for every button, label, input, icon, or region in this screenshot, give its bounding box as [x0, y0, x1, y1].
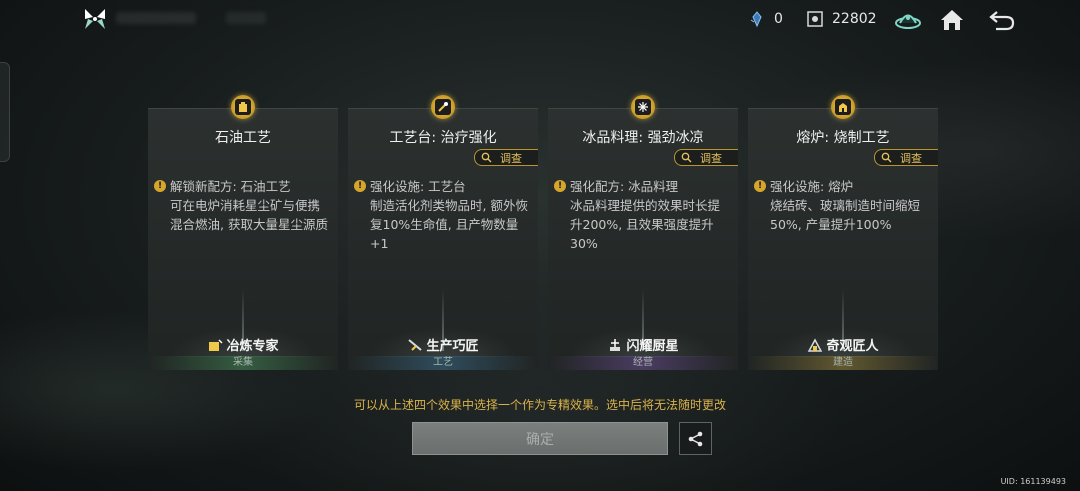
effect-lead: 强化设施: 工艺台 [370, 179, 466, 194]
side-drawer-handle[interactable] [0, 62, 10, 162]
investigate-button[interactable]: 调查 [674, 149, 738, 166]
share-icon [688, 431, 702, 446]
category-label: 建造 [748, 356, 938, 370]
investigate-button[interactable]: 调查 [874, 149, 938, 166]
effect-description: ! 强化配方: 冰品料理 冰品料理提供的效果时长提升200%, 且效果强度提升30… [554, 177, 730, 253]
crystal-icon [750, 11, 762, 28]
effect-lead: 强化设施: 熔炉 [770, 179, 854, 194]
furnace-badge-icon [831, 95, 855, 119]
skill-name: 闪耀厨星 [548, 335, 738, 354]
smelting-skill-icon [209, 338, 224, 351]
effect-body: 烧结砖、玻璃制造时间缩短50%, 产量提升100% [770, 198, 921, 232]
star-dust-icon [807, 11, 823, 27]
oil-badge-icon [231, 95, 255, 119]
specialization-card-2[interactable]: 工艺台: 治疗强化 调查 ! 强化设施: 工艺台 制造活化剂类物品时, 额外恢复1… [348, 95, 538, 370]
effect-description: ! 强化设施: 熔炉 烧结砖、玻璃制造时间缩短50%, 产量提升100% [754, 177, 930, 234]
chef-skill-icon [610, 338, 621, 351]
workbench-badge-icon [431, 95, 455, 119]
confirm-button[interactable]: 确定 [412, 422, 668, 455]
star-dust-counter: 22802 [806, 10, 877, 28]
card-title: 熔炉: 烧制工艺 [796, 130, 890, 146]
top-bar: 0 22802 [0, 0, 1080, 40]
search-icon [881, 152, 892, 163]
skill-name: 奇观匠人 [748, 335, 938, 354]
investigate-button[interactable]: 调查 [474, 149, 538, 166]
crafting-skill-icon [408, 338, 423, 351]
confirm-label: 确定 [526, 431, 554, 448]
search-icon [681, 152, 692, 163]
builder-skill-icon [808, 337, 823, 352]
effect-lead: 解锁新配方: 石油工艺 [170, 179, 291, 194]
effect-description: ! 强化设施: 工艺台 制造活化剂类物品时, 额外恢复10%生命值, 且产物数量+… [354, 177, 530, 253]
crystal-counter: 0 [748, 10, 783, 28]
home-icon[interactable] [938, 6, 966, 34]
effect-body: 冰品料理提供的效果时长提升200%, 且效果强度提升30% [570, 198, 721, 251]
specialization-card-4[interactable]: 熔炉: 烧制工艺 调查 ! 强化设施: 熔炉 烧结砖、玻璃制造时间缩短50%, 产… [748, 95, 938, 370]
effect-body: 可在电炉消耗星尘矿与便携混合燃油, 获取大量星尘源质 [170, 198, 328, 232]
share-button[interactable] [679, 422, 712, 455]
search-icon [481, 152, 492, 163]
crystal-count: 0 [774, 11, 783, 27]
game-logo-icon[interactable] [82, 6, 108, 32]
specialization-card-3[interactable]: 冰品料理: 强劲冰凉 调查 ! 强化配方: 冰品料理 冰品料理提供的效果时长提升2… [548, 95, 738, 370]
card-title: 石油工艺 [215, 130, 271, 146]
skill-name: 冶炼专家 [148, 335, 338, 354]
blurred-subtitle [226, 12, 266, 24]
skill-name: 生产巧匠 [348, 335, 538, 354]
selection-notice: 可以从上述四个效果中选择一个作为专精效果。选中后将无法随时更改 [353, 398, 726, 412]
info-bullet-icon: ! [154, 180, 166, 192]
hat-icon[interactable] [894, 6, 922, 34]
back-arrow-icon[interactable] [988, 6, 1016, 34]
blurred-title [116, 12, 196, 24]
category-label: 经营 [548, 356, 738, 370]
specialization-card-1[interactable]: 石油工艺 ! 解锁新配方: 石油工艺 可在电炉消耗星尘矿与便携混合燃油, 获取大量… [148, 95, 338, 370]
star-dust-count: 22802 [832, 11, 877, 27]
info-bullet-icon: ! [554, 180, 566, 192]
category-label: 工艺 [348, 356, 538, 370]
category-label: 采集 [148, 356, 338, 370]
ice-dish-badge-icon [631, 95, 655, 119]
card-title: 冰品料理: 强劲冰凉 [582, 130, 704, 146]
effect-body: 制造活化剂类物品时, 额外恢复10%生命值, 且产物数量+1 [370, 198, 528, 251]
effect-description: ! 解锁新配方: 石油工艺 可在电炉消耗星尘矿与便携混合燃油, 获取大量星尘源质 [154, 177, 330, 234]
info-bullet-icon: ! [354, 180, 366, 192]
card-title: 工艺台: 治疗强化 [389, 130, 497, 146]
user-id: UID: 161139493 [1000, 477, 1066, 486]
effect-lead: 强化配方: 冰品料理 [570, 179, 679, 194]
info-bullet-icon: ! [754, 180, 766, 192]
